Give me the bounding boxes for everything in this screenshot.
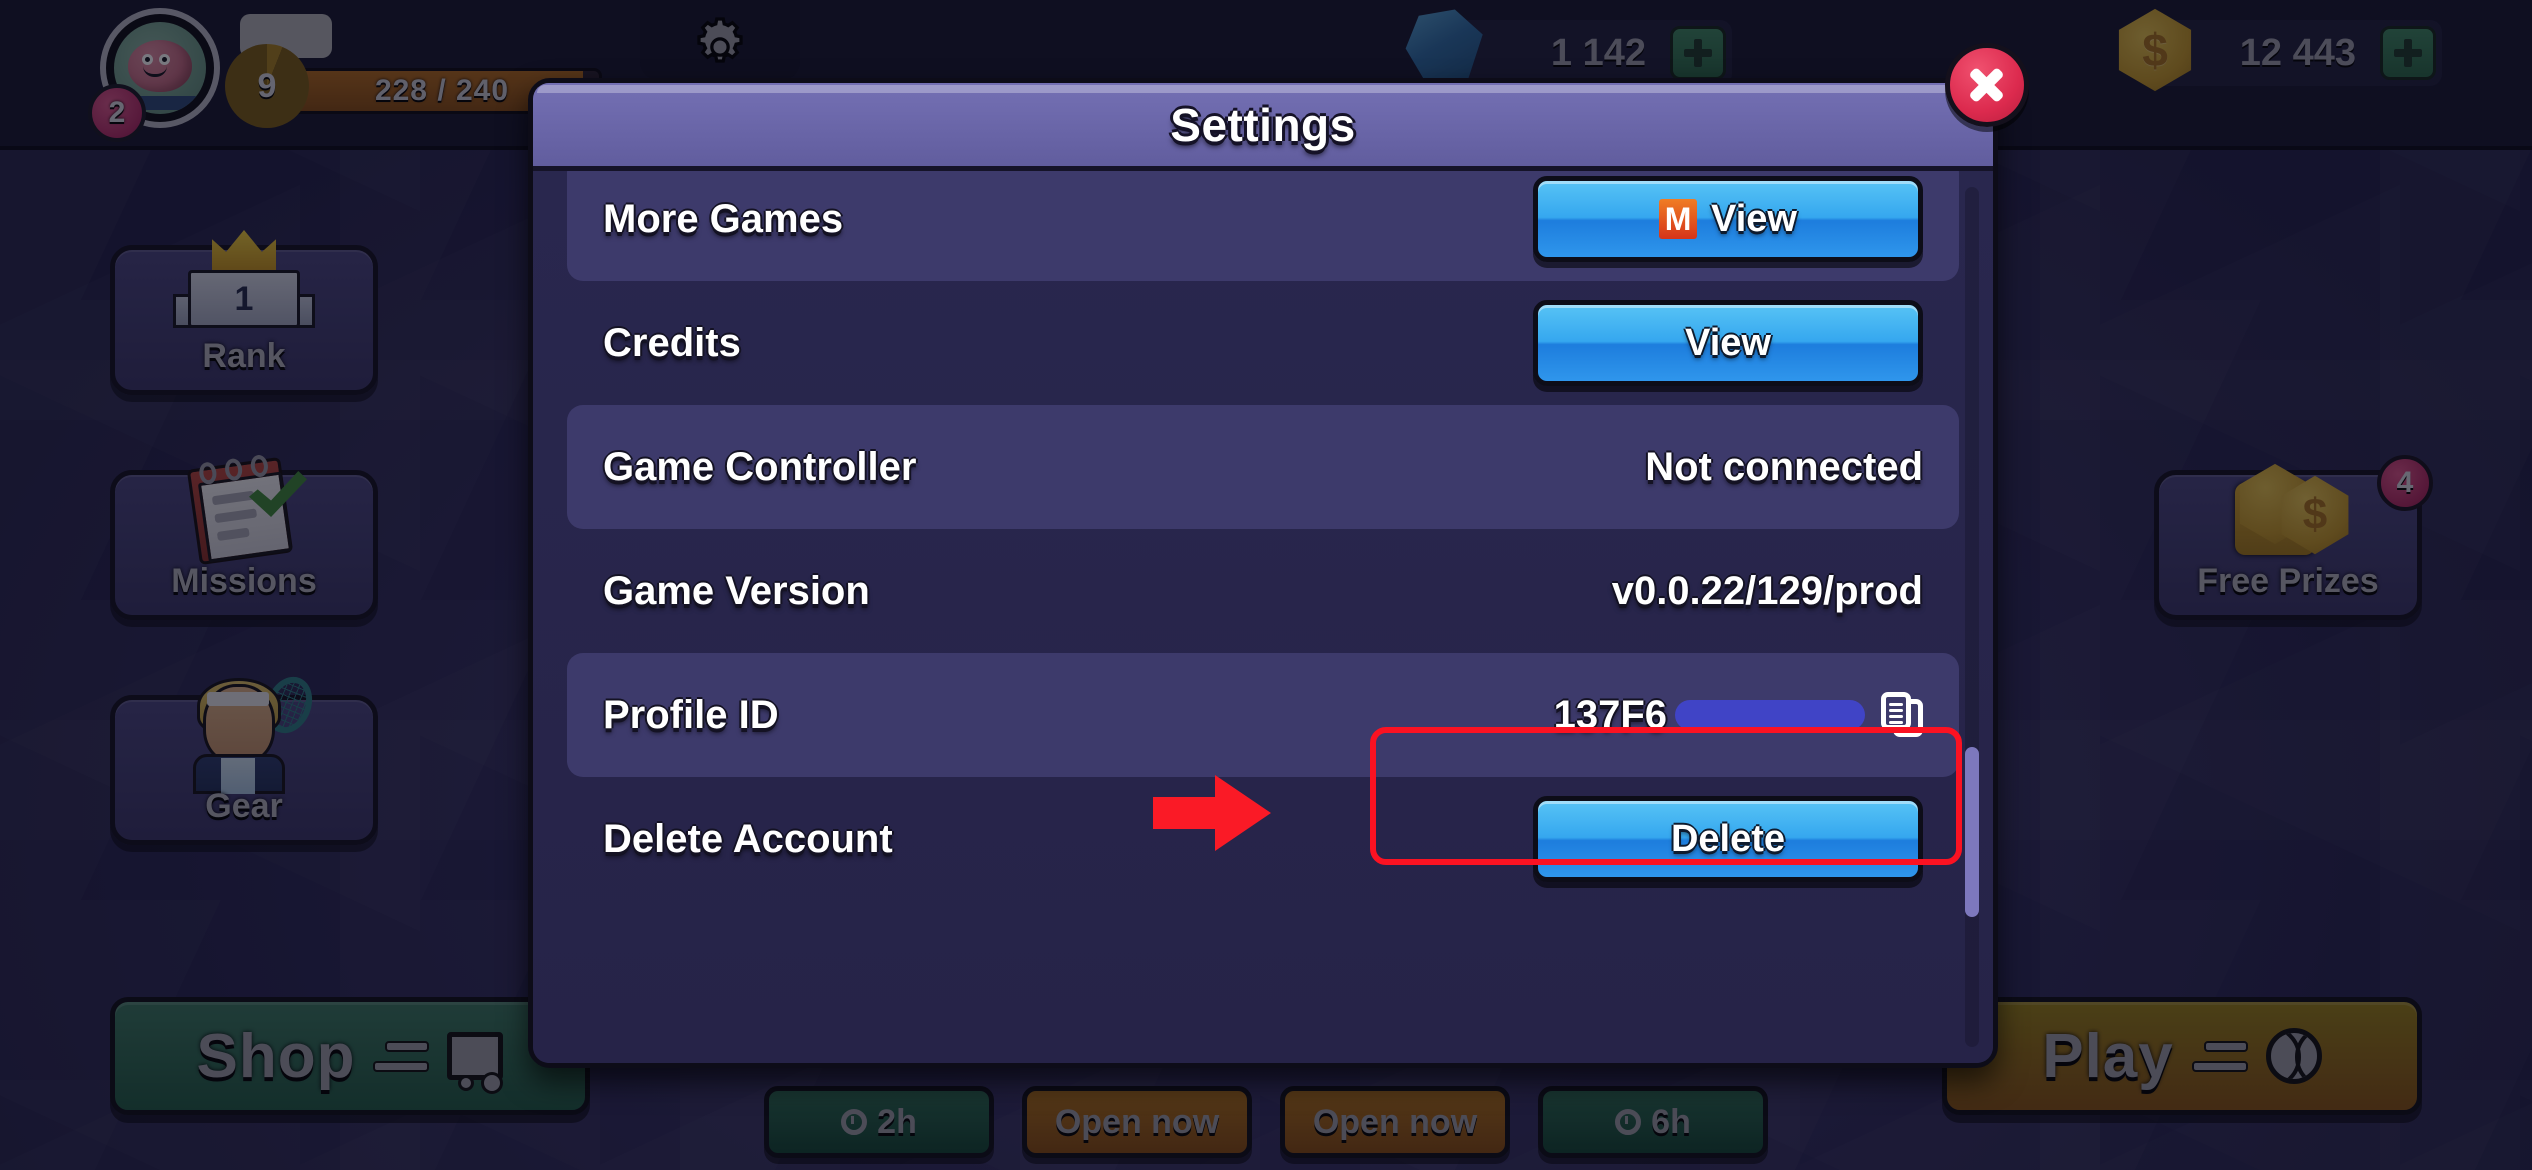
close-button[interactable] (1945, 43, 2029, 127)
settings-row-label: Game Version (603, 568, 870, 613)
settings-scrollbar-thumb[interactable] (1965, 747, 1979, 917)
miniclip-m-icon: M (1659, 199, 1698, 239)
settings-row-more-games: More Games M View (567, 171, 1959, 281)
credits-view-label: View (1685, 321, 1771, 364)
more-games-view-label: View (1711, 197, 1797, 240)
profile-id-value[interactable]: 137F6 (1554, 692, 1923, 738)
settings-dialog: Settings More Games M View Credits View … (528, 43, 2029, 1068)
profile-id-redaction (1675, 700, 1865, 730)
more-games-view-button[interactable]: M View (1533, 176, 1923, 262)
profile-id-text: 137F6 (1553, 692, 1667, 737)
delete-account-button[interactable]: Delete (1533, 796, 1923, 882)
game-screen: 2 9 228 / 240 1 1 (0, 0, 2532, 1170)
settings-row-label: Profile ID (603, 692, 779, 737)
settings-dialog-title: Settings (1170, 98, 1356, 151)
settings-dialog-header: Settings (533, 83, 1993, 171)
settings-row-game-version: Game Version v0.0.22/129/prod (567, 529, 1959, 653)
settings-row-label: Delete Account (603, 816, 893, 861)
settings-dialog-body: More Games M View Credits View Game Cont… (533, 171, 1993, 1063)
annotation-arrow-icon (1153, 775, 1271, 851)
game-controller-status: Not connected (1645, 444, 1923, 489)
credits-view-button[interactable]: View (1533, 300, 1923, 386)
settings-row-credits: Credits View (567, 281, 1959, 405)
copy-icon[interactable] (1881, 692, 1923, 738)
settings-row-game-controller: Game Controller Not connected (567, 405, 1959, 529)
close-x-icon (1965, 63, 2009, 107)
settings-scrollbar[interactable] (1965, 187, 1979, 1047)
settings-row-label: More Games (603, 196, 844, 241)
settings-row-profile-id: Profile ID 137F6 (567, 653, 1959, 777)
settings-row-label: Credits (603, 320, 741, 365)
settings-row-label: Game Controller (603, 444, 917, 489)
delete-account-label: Delete (1670, 817, 1786, 860)
game-version-value: v0.0.22/129/prod (1611, 568, 1923, 613)
